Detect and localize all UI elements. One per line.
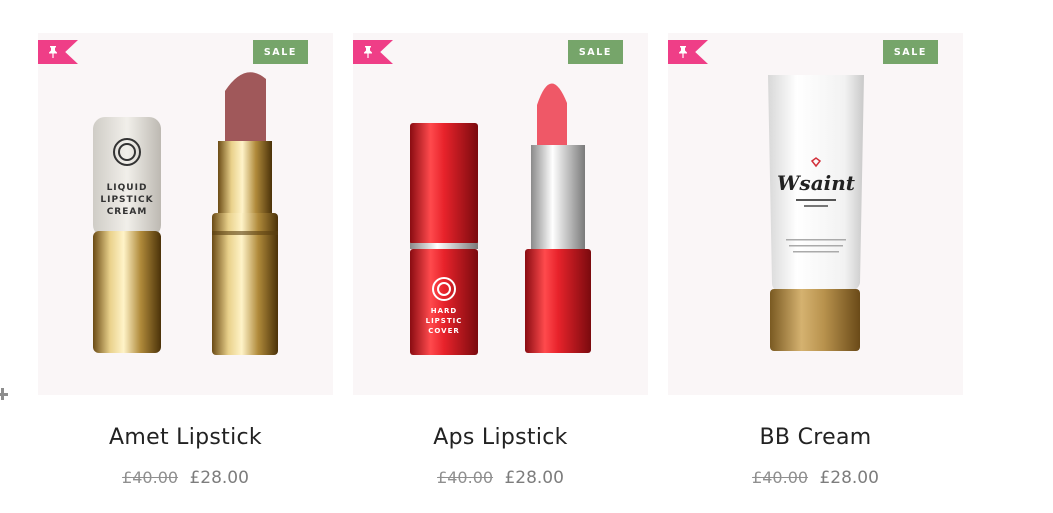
- product-card[interactable]: Wsaint SALE BB Cream £40.00 £28.00: [668, 33, 963, 488]
- product-image[interactable]: LIQUID LIPSTICK CREAM SALE: [38, 33, 333, 395]
- packaging-text: LIPSTICK: [100, 195, 153, 205]
- packaging-text: LIQUID: [107, 183, 148, 193]
- product-price: £40.00 £28.00: [353, 468, 648, 488]
- sale-badge: SALE: [252, 40, 308, 64]
- sale-price: £28.00: [504, 468, 564, 488]
- pushpin-icon: [49, 46, 57, 58]
- sale-badge: SALE: [567, 40, 623, 64]
- packaging-text: Wsaint: [777, 171, 856, 195]
- packaging-text: CREAM: [107, 207, 148, 217]
- product-card[interactable]: HARD LIPSTIC COVER SALE Aps Lipstick £40…: [353, 33, 648, 488]
- product-price: £40.00 £28.00: [668, 468, 963, 488]
- product-grid: LIQUID LIPSTICK CREAM SALE Amet Lipstick…: [38, 33, 963, 488]
- product-price: £40.00 £28.00: [38, 468, 333, 488]
- product-card[interactable]: LIQUID LIPSTICK CREAM SALE Amet Lipstick…: [38, 33, 333, 488]
- product-title[interactable]: BB Cream: [668, 425, 963, 450]
- lipstick-image: HARD LIPSTIC COVER: [410, 83, 591, 355]
- old-price: £40.00: [437, 468, 494, 487]
- sale-price: £28.00: [819, 468, 879, 488]
- sale-price: £28.00: [189, 468, 249, 488]
- product-image[interactable]: Wsaint SALE: [668, 33, 963, 395]
- packaging-text: COVER: [428, 327, 460, 335]
- product-title[interactable]: Aps Lipstick: [353, 425, 648, 450]
- packaging-text: LIPSTIC: [426, 317, 463, 325]
- product-image[interactable]: HARD LIPSTIC COVER SALE: [353, 33, 648, 395]
- cream-tube-image: Wsaint: [768, 75, 864, 351]
- packaging-text: HARD: [431, 307, 457, 315]
- sale-badge: SALE: [882, 40, 938, 64]
- product-title[interactable]: Amet Lipstick: [38, 425, 333, 450]
- old-price: £40.00: [122, 468, 179, 487]
- lipstick-image: LIQUID LIPSTICK CREAM: [93, 72, 278, 355]
- old-price: £40.00: [752, 468, 809, 487]
- pushpin-icon: [364, 46, 372, 58]
- plus-icon[interactable]: [0, 388, 8, 400]
- pushpin-icon: [679, 46, 687, 58]
